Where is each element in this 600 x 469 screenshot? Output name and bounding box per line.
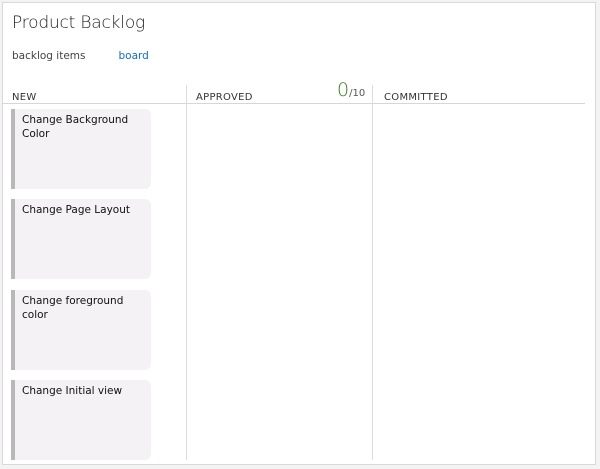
wip-count: 0 (337, 79, 350, 101)
wip-limit: /10 (349, 88, 366, 99)
view-switcher: backlog items board (12, 50, 149, 62)
card-change-page-layout[interactable]: Change Page Layout (11, 199, 151, 279)
header-divider (3, 103, 585, 104)
column-header-committed: COMMITTED (384, 92, 448, 103)
board-link[interactable]: board (119, 50, 149, 62)
page-title: Product Backlog (12, 13, 146, 33)
card-title: Change Page Layout (22, 204, 130, 216)
column-header-approved: APPROVED (196, 92, 253, 103)
backlog-panel: Product Backlog backlog items board NEW … (2, 2, 596, 465)
backlog-items-link[interactable]: backlog items (12, 50, 86, 62)
card-title: Change Initial view (22, 385, 123, 397)
card-change-foreground-color[interactable]: Change foreground color (11, 290, 151, 370)
column-header-new: NEW (12, 92, 37, 103)
column-divider (186, 85, 187, 460)
card-title: Change foreground color (22, 295, 124, 321)
card-change-background-color[interactable]: Change Background Color (11, 109, 151, 189)
column-divider (372, 85, 373, 460)
card-title: Change Background Color (22, 114, 129, 140)
card-change-initial-view[interactable]: Change Initial view (11, 380, 151, 460)
wip-indicator: 0/10 (337, 79, 365, 101)
